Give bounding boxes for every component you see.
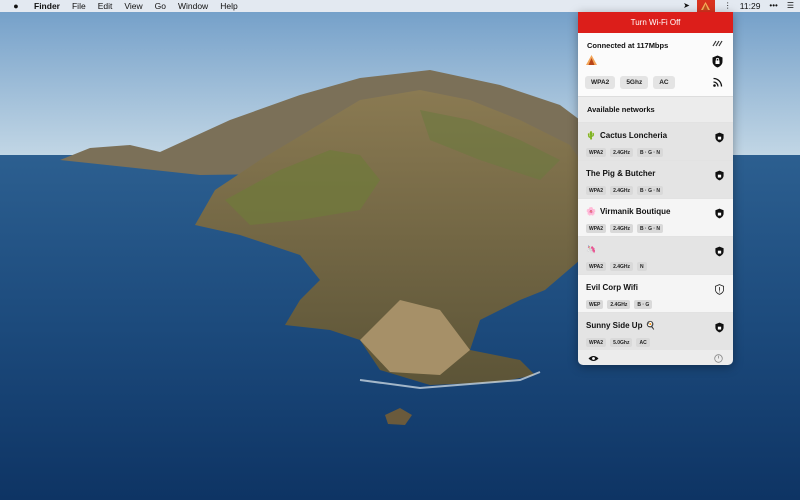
- shield-warning-icon: [715, 284, 724, 298]
- unicorn-icon: 🦄: [586, 245, 596, 254]
- available-networks-header: Available networks: [587, 105, 655, 114]
- network-name: Cactus Loncheria: [599, 131, 668, 140]
- menu-help[interactable]: Help: [220, 0, 237, 12]
- tag-security: WPA2: [586, 186, 607, 195]
- vertical-dots-icon[interactable]: ⋮: [724, 0, 732, 12]
- network-item[interactable]: Evil Corp Wifi WEP 2.4GHz B · G: [578, 274, 733, 312]
- tag-band: 2.4GHz: [610, 186, 634, 195]
- tag-band: 2.4GHz: [610, 148, 634, 157]
- tag-security: WPA2: [586, 338, 607, 347]
- network-item[interactable]: 🌸 Virmanik Boutique WPA2 2.4GHz B · G · …: [578, 198, 733, 236]
- flower-icon: 🌸: [586, 207, 596, 216]
- tag-band: 5.0Ghz: [610, 338, 633, 347]
- cactus-icon: 🌵: [586, 131, 596, 140]
- network-item[interactable]: Sunny Side Up 🍳 WPA2 5.0Ghz AC: [578, 312, 733, 350]
- shield-lock-icon: [715, 208, 724, 222]
- network-item[interactable]: The Pig & Butcher WPA2 2.4GHz B · G · N: [578, 160, 733, 198]
- menu-go[interactable]: Go: [155, 0, 166, 12]
- tag-standard: B · G · N: [637, 148, 664, 157]
- tag-standard: AC: [653, 76, 675, 89]
- tag-standard: B · G · N: [637, 186, 664, 195]
- shield-lock-icon: [715, 246, 724, 260]
- egg-icon: 🍳: [645, 321, 656, 330]
- tag-standard: B · G · N: [637, 224, 664, 233]
- tag-band: 5Ghz: [620, 76, 649, 89]
- tag-security: WPA2: [586, 148, 607, 157]
- connection-tags: WPA2 5Ghz AC: [585, 76, 680, 89]
- tag-band: 2.4GHz: [610, 224, 634, 233]
- network-name: Virmanik Boutique: [599, 207, 671, 216]
- network-item[interactable]: 🦄 WPA2 2.4GHz N: [578, 236, 733, 274]
- network-name: Sunny Side Up: [586, 321, 643, 330]
- menu-window[interactable]: Window: [178, 0, 208, 12]
- shield-lock-icon: [715, 322, 724, 336]
- list-icon[interactable]: ☰: [787, 0, 794, 12]
- more-dots-icon[interactable]: •••: [769, 0, 777, 12]
- tag-security: WPA2: [585, 76, 616, 89]
- eye-icon[interactable]: [588, 354, 599, 364]
- tag-band: 2.4GHz: [610, 262, 634, 271]
- shield-lock-icon: [715, 132, 724, 146]
- wifi-popover: Turn Wi-Fi Off Connected at 117Mbps WPA2…: [578, 12, 733, 365]
- tag-standard: N: [637, 262, 647, 271]
- menu-app-name[interactable]: Finder: [34, 0, 60, 12]
- tag-standard: B · G: [634, 300, 653, 309]
- network-name: Evil Corp Wifi: [586, 283, 638, 292]
- network-avatar-icon: [586, 55, 597, 69]
- shield-lock-icon: [715, 170, 724, 184]
- connection-status-text: Connected at 117Mbps: [587, 41, 669, 50]
- menu-view[interactable]: View: [124, 0, 142, 12]
- tag-security: WPA2: [586, 262, 607, 271]
- connected-network-card[interactable]: Connected at 117Mbps WPA2 5Ghz AC: [578, 33, 733, 97]
- shield-lock-icon: [712, 55, 723, 71]
- tag-standard: AC: [636, 338, 650, 347]
- menu-bar: ● Finder File Edit View Go Window Help ➤…: [0, 0, 800, 12]
- tag-security: WEP: [586, 300, 604, 309]
- panel-footer: [578, 350, 733, 365]
- menubar-clock[interactable]: 11:29: [740, 0, 761, 12]
- turn-wifi-off-button[interactable]: Turn Wi-Fi Off: [578, 12, 733, 33]
- network-name: The Pig & Butcher: [586, 169, 656, 178]
- apple-menu-icon[interactable]: ●: [10, 0, 22, 12]
- menu-file[interactable]: File: [72, 0, 86, 12]
- menu-edit[interactable]: Edit: [98, 0, 113, 12]
- wifi-app-menubar-icon[interactable]: [696, 0, 715, 12]
- speed-icon: [712, 40, 723, 49]
- tag-band: 2.4GHz: [607, 300, 631, 309]
- power-icon[interactable]: [714, 354, 723, 365]
- signal-strength-icon: [713, 77, 723, 90]
- network-item[interactable]: 🌵 Cactus Loncheria WPA2 2.4GHz B · G · N: [578, 122, 733, 160]
- tag-security: WPA2: [586, 224, 607, 233]
- location-arrow-icon[interactable]: ➤: [683, 0, 690, 12]
